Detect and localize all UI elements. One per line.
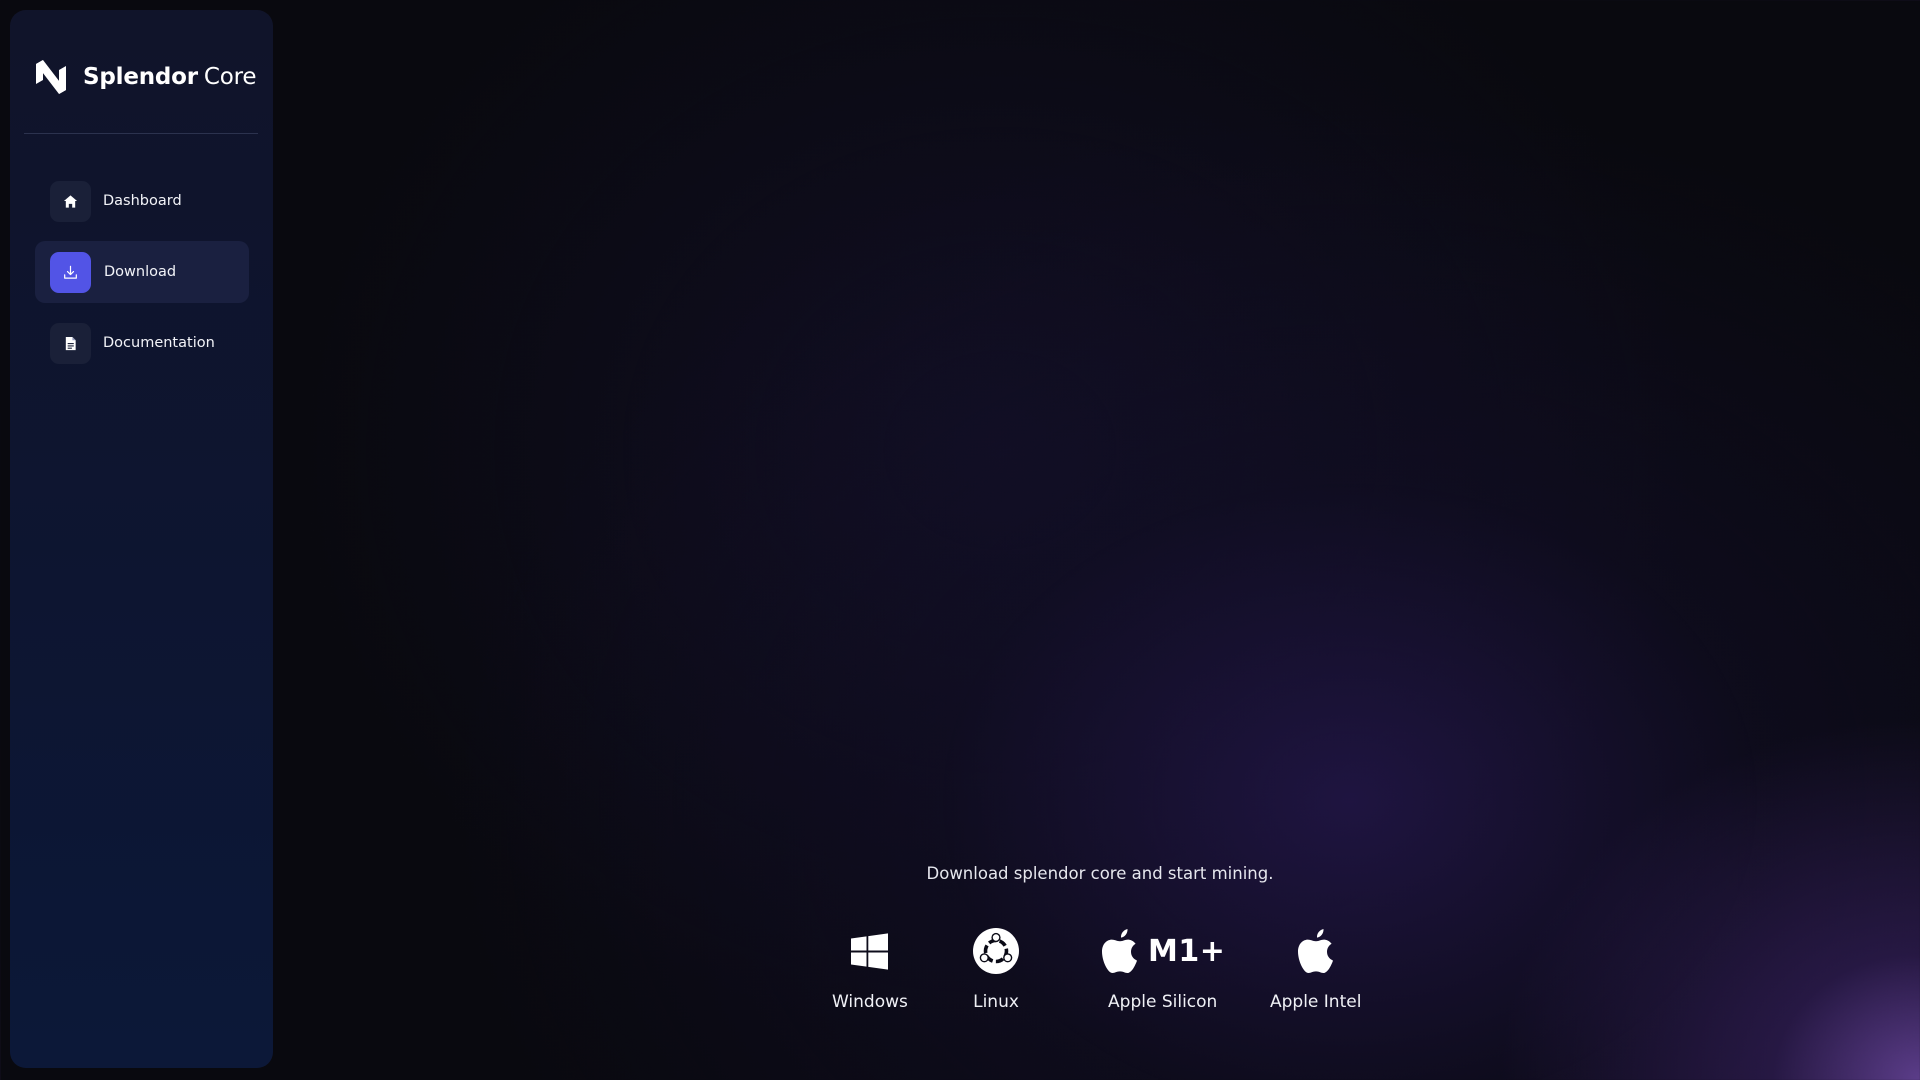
sidebar-item-dashboard[interactable]: Dashboard xyxy=(35,170,249,232)
sidebar-item-label: Download xyxy=(104,264,177,280)
app-name: Splendor Core xyxy=(83,64,257,90)
platform-label: Windows xyxy=(832,992,908,1012)
apple-icon xyxy=(1296,925,1336,977)
sidebar-divider xyxy=(24,133,258,134)
ubuntu-icon xyxy=(973,925,1019,977)
platform-list: Windows Linux M1+ Apple Silicon Apple In… xyxy=(0,925,1920,1025)
platform-apple-silicon[interactable]: M1+ Apple Silicon xyxy=(1100,925,1225,1012)
apple-icon xyxy=(1102,929,1137,973)
windows-icon xyxy=(851,925,889,977)
download-tagline: Download splendor core and start mining. xyxy=(926,864,1274,883)
sidebar-item-label: Documentation xyxy=(103,335,215,351)
document-icon xyxy=(50,322,91,364)
platform-label: Linux xyxy=(973,992,1019,1012)
app-name-regular: Core xyxy=(203,64,257,90)
sidebar-item-label: Dashboard xyxy=(103,193,182,209)
sidebar: SplendorCore Dashboard Download Documen xyxy=(10,10,273,1068)
m1-badge: M1+ xyxy=(1148,933,1226,969)
sidebar-item-download[interactable]: Download xyxy=(35,241,249,303)
platform-apple-intel[interactable]: Apple Intel xyxy=(1270,925,1361,1012)
platform-label: Apple Silicon xyxy=(1108,992,1218,1012)
download-icon xyxy=(50,251,91,293)
platform-windows[interactable]: Windows xyxy=(832,925,908,1012)
home-icon xyxy=(50,180,91,222)
platform-label: Apple Intel xyxy=(1270,992,1362,1012)
splendor-logo-icon xyxy=(36,60,66,94)
brand[interactable]: Splendor Core xyxy=(34,59,257,95)
sidebar-item-documentation[interactable]: Documentation xyxy=(35,312,249,374)
platform-linux[interactable]: Linux xyxy=(973,925,1019,1012)
app-name-bold: Splendor xyxy=(83,64,198,90)
apple-silicon-badge: M1+ xyxy=(1100,925,1225,977)
